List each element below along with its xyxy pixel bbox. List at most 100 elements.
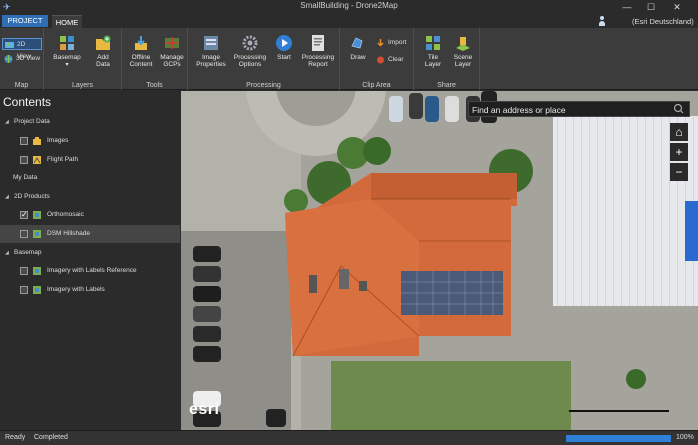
group-clip-area: Draw Import Clear Clip Area [340, 28, 414, 90]
play-icon [276, 35, 292, 51]
contents-pane: Contents ◢ Project Data Images Flight Pa… [0, 91, 180, 430]
draw-icon [351, 37, 363, 49]
ribbon: 2D View 3D View Map Basemap ▾ Add Data La… [0, 28, 698, 90]
basemap-label: Basemap [53, 54, 81, 61]
group-project-data[interactable]: ◢ Project Data [0, 114, 180, 130]
draw-label: Draw [350, 54, 366, 61]
import-icon [377, 39, 384, 47]
basemap-icon [60, 36, 74, 50]
zoom-in-button[interactable]: + [670, 143, 688, 161]
group-layers: Basemap ▾ Add Data Layers [44, 28, 122, 90]
tab-project[interactable]: PROJECT [2, 15, 48, 27]
close-icon[interactable]: ✕ [666, 0, 688, 14]
app-window: ✈ SmallBuilding - Drone2Map — ☐ ✕ PROJEC… [0, 0, 698, 445]
group-my-data[interactable]: My Data [0, 170, 180, 186]
map-view[interactable]: ⌂ + − esri [181, 91, 698, 430]
basemap-button[interactable]: Basemap ▾ [50, 34, 84, 69]
group-clip-label: Clip Area [362, 82, 391, 89]
raster-layer-icon [33, 211, 41, 219]
group-processing: Image Properties Processing Options Star… [188, 28, 340, 90]
group-map-label: Map [14, 82, 29, 89]
layer-orthomosaic[interactable]: Orthomosaic [0, 207, 180, 223]
globe-icon [4, 55, 13, 63]
start-button[interactable]: Start [272, 34, 296, 61]
basemap-layer-icon [33, 286, 41, 294]
layer-orthomosaic-checkbox[interactable] [20, 207, 28, 223]
layer-imagery-labels-reference-label: Imagery with Labels Reference [47, 267, 137, 274]
user-name[interactable]: (Esri Deutschland) [632, 17, 694, 26]
layer-imagery-labels-checkbox[interactable] [20, 286, 28, 294]
tile-layer-button[interactable]: Tile Layer [420, 34, 446, 68]
processing-options-button[interactable]: Processing Options [232, 34, 268, 68]
search-input[interactable] [472, 103, 667, 116]
title-bar: ✈ SmallBuilding - Drone2Map — ☐ ✕ [0, 0, 698, 14]
add-data-button[interactable]: Add Data [88, 34, 118, 68]
maximize-icon[interactable]: ☐ [640, 0, 662, 14]
esri-logo: esri [189, 401, 220, 418]
clear-icon [377, 56, 384, 64]
manage-gcps-button[interactable]: Manage GCPs [158, 34, 186, 68]
image-properties-label: Image Properties [196, 54, 226, 68]
processing-report-button[interactable]: Processing Report [300, 34, 336, 68]
3d-view-label: 3D View [16, 55, 41, 62]
group-basemap-label: Basemap [14, 249, 42, 256]
zoom-out-button[interactable]: − [670, 163, 688, 181]
scene-layer-icon [456, 37, 470, 51]
status-ready: Ready [5, 434, 26, 441]
gear-icon [242, 35, 258, 51]
layer-flight-path-checkbox[interactable] [20, 156, 28, 164]
layer-flight-path[interactable]: Flight Path [0, 152, 180, 168]
layer-dsm-hillshade-label: DSM Hillshade [47, 230, 90, 237]
layer-dsm-hillshade-checkbox[interactable] [20, 230, 28, 238]
raster-layer-icon [33, 230, 41, 238]
scene-layer-button[interactable]: Scene Layer [450, 34, 476, 68]
group-basemap[interactable]: ◢ Basemap [0, 245, 180, 261]
user-icon[interactable] [598, 16, 606, 26]
import-button[interactable]: Import [374, 37, 412, 49]
window-title: SmallBuilding - Drone2Map [300, 1, 398, 10]
tab-home[interactable]: HOME [52, 15, 82, 28]
layer-images-label: Images [47, 137, 69, 144]
layer-images-checkbox[interactable] [20, 137, 28, 145]
tile-layer-label: Tile Layer [424, 54, 442, 68]
address-search [468, 101, 690, 117]
expand-icon[interactable]: ◢ [5, 245, 9, 261]
report-icon [312, 35, 324, 51]
camera-icon [33, 137, 41, 145]
home-button[interactable]: ⌂ [670, 123, 688, 141]
clear-button[interactable]: Clear [374, 54, 412, 66]
group-share: Tile Layer Scene Layer Share [414, 28, 480, 90]
expand-icon[interactable]: ◢ [5, 114, 9, 130]
processing-report-label: Processing Report [301, 54, 335, 68]
progress-percent: 100% [676, 434, 694, 441]
layer-orthomosaic-label: Orthomosaic [47, 211, 84, 218]
contents-title: Contents [3, 95, 52, 109]
search-icon[interactable] [669, 102, 689, 116]
2d-view-button[interactable]: 2D View [2, 38, 42, 60]
progress-fill [566, 435, 671, 442]
group-2d-products[interactable]: ◢ 2D Products [0, 189, 180, 205]
image-properties-button[interactable]: Image Properties [194, 34, 228, 68]
manage-gcps-label: Manage GCPs [160, 54, 184, 68]
flight-path-icon [33, 156, 41, 164]
draw-button[interactable]: Draw [346, 34, 370, 61]
layer-images[interactable]: Images [0, 133, 180, 149]
group-tools-label: Tools [146, 82, 163, 89]
expand-icon[interactable]: ◢ [5, 189, 9, 205]
layer-imagery-labels-reference[interactable]: Imagery with Labels Reference [0, 263, 180, 279]
layer-imagery-labels-reference-checkbox[interactable] [20, 267, 28, 275]
add-data-label: Add Data [96, 54, 110, 68]
chevron-down-icon: ▾ [65, 62, 69, 68]
clear-label: Clear [388, 56, 404, 63]
3d-view-button[interactable]: 3D View [2, 53, 42, 65]
layer-imagery-labels[interactable]: Imagery with Labels [0, 282, 180, 298]
offline-content-button[interactable]: Offline Content [126, 34, 156, 68]
start-label: Start [277, 54, 291, 61]
layer-flight-path-label: Flight Path [47, 156, 79, 163]
ribbon-tabs: PROJECT HOME (Esri Deutschland) [0, 14, 698, 28]
minimize-icon[interactable]: — [616, 0, 638, 14]
processing-options-label: Processing Options [233, 54, 267, 68]
group-my-data-label: My Data [13, 174, 38, 181]
add-data-icon [96, 35, 111, 50]
layer-dsm-hillshade[interactable]: DSM Hillshade [0, 225, 180, 243]
